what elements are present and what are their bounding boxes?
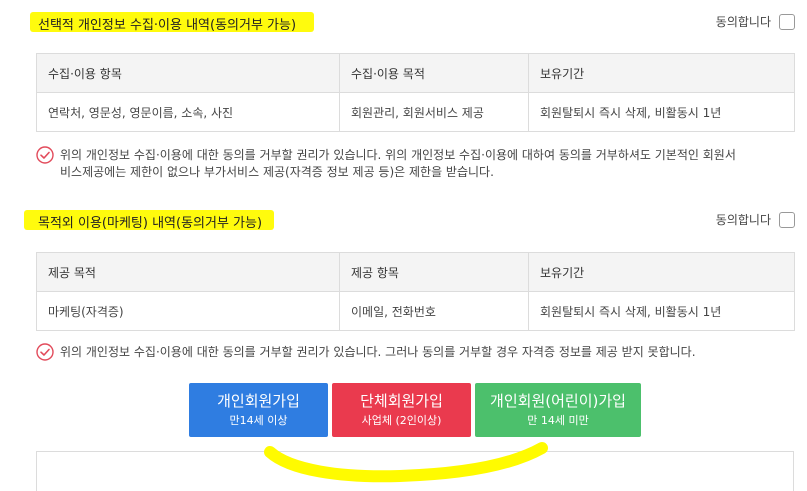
agree-label: 동의합니다	[715, 213, 771, 227]
agree-label: 동의합니다	[715, 15, 771, 29]
notice-text: 위의 개인정보 수집·이용에 대한 동의를 거부할 권리가 있습니다. 위의 개…	[60, 148, 736, 179]
agree-marketing[interactable]: 동의합니다	[716, 211, 795, 228]
check-circle-icon	[36, 146, 54, 164]
table-header-row: 수집·이용 항목 수집·이용 목적 보유기간	[36, 53, 795, 93]
section-title-marketing: 목적외 이용(마케팅) 내역(동의거부 가능)	[38, 216, 263, 231]
agree-checkbox[interactable]	[779, 13, 795, 30]
table-row: 연락처, 영문성, 영문이름, 소속, 사진 회원관리, 회원서비스 제공 회원…	[36, 92, 795, 132]
individual-signup-button[interactable]: 개인회원가입 만14세 이상	[189, 383, 328, 437]
table-header: 보유기간	[528, 252, 795, 292]
table-cell: 이메일, 전화번호	[339, 291, 529, 331]
notice-optional-info: 위의 개인정보 수집·이용에 대한 동의를 거부할 권리가 있습니다. 위의 개…	[36, 146, 796, 181]
group-signup-button[interactable]: 단체회원가입 사업체 (2인이상)	[332, 383, 471, 437]
notice-marketing: 위의 개인정보 수집·이용에 대한 동의를 거부할 권리가 있습니다. 그러나 …	[36, 343, 796, 361]
notice-text: 위의 개인정보 수집·이용에 대한 동의를 거부할 권리가 있습니다. 그러나 …	[60, 345, 696, 359]
table-cell: 연락처, 영문성, 영문이름, 소속, 사진	[36, 92, 340, 132]
highlight-scribble	[264, 442, 548, 483]
table-header: 수집·이용 항목	[36, 53, 340, 93]
optional-info-table: 수집·이용 항목 수집·이용 목적 보유기간 연락처, 영문성, 영문이름, 소…	[36, 53, 795, 132]
table-cell: 마케팅(자격증)	[36, 291, 340, 331]
section-title-optional-info: 선택적 개인정보 수집·이용 내역(동의거부 가능)	[38, 18, 297, 33]
table-cell: 회원탈퇴시 즉시 삭제, 비활동시 1년	[528, 291, 795, 331]
check-circle-icon	[36, 343, 54, 361]
table-header: 보유기간	[528, 53, 795, 93]
table-header: 수집·이용 목적	[339, 53, 529, 93]
table-header: 제공 목적	[36, 252, 340, 292]
agree-optional-info[interactable]: 동의합니다	[716, 13, 795, 30]
child-signup-button[interactable]: 개인회원(어린이)가입 만 14세 미만	[475, 383, 641, 437]
table-cell: 회원탈퇴시 즉시 삭제, 비활동시 1년	[528, 92, 795, 132]
table-cell: 회원관리, 회원서비스 제공	[339, 92, 529, 132]
marketing-table: 제공 목적 제공 항목 보유기간 마케팅(자격증) 이메일, 전화번호 회원탈퇴…	[36, 252, 795, 331]
agree-checkbox[interactable]	[779, 211, 795, 228]
table-row: 마케팅(자격증) 이메일, 전화번호 회원탈퇴시 즉시 삭제, 비활동시 1년	[36, 291, 795, 331]
table-header-row: 제공 목적 제공 항목 보유기간	[36, 252, 795, 292]
table-header: 제공 항목	[339, 252, 529, 292]
